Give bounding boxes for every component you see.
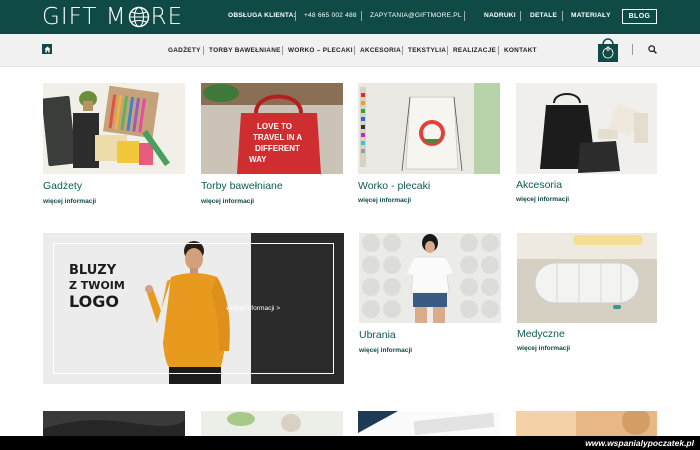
divider bbox=[282, 46, 283, 55]
card-image-row3-2[interactable] bbox=[201, 411, 343, 436]
divider bbox=[562, 11, 563, 21]
divider bbox=[464, 11, 465, 21]
home-button[interactable] bbox=[42, 44, 52, 54]
page: GIFT M RE OBSŁUGA KLIENTA: +48 665 002 4… bbox=[0, 0, 700, 450]
top-link-materialy[interactable]: MATERIAŁY bbox=[571, 12, 611, 19]
card-title-medyczne[interactable]: Medyczne bbox=[517, 328, 565, 340]
logo-globe-icon bbox=[128, 6, 149, 28]
card-image-ubrania[interactable] bbox=[359, 233, 501, 323]
card-title-worko-plecaki[interactable]: Worko - plecaki bbox=[358, 180, 430, 192]
card-image-gadzety[interactable] bbox=[43, 83, 185, 174]
card-title-ubrania[interactable]: Ubrania bbox=[359, 329, 396, 341]
divider bbox=[632, 44, 633, 55]
top-link-nadruki[interactable]: NADRUKI bbox=[484, 12, 516, 19]
banner-heading-line-1: BLUZY bbox=[69, 263, 117, 278]
search-icon[interactable] bbox=[648, 45, 657, 54]
accessories-photo bbox=[516, 83, 657, 174]
card-image-akcesoria[interactable] bbox=[516, 83, 657, 174]
card-image-medyczne[interactable] bbox=[517, 233, 657, 323]
divider bbox=[361, 11, 362, 21]
hoodies-banner[interactable]: BLUZY Z TWOIM LOGO więcej informacji > bbox=[43, 233, 344, 384]
divider bbox=[295, 11, 296, 21]
bag-print-line-2: TRAVEL IN A bbox=[253, 133, 303, 142]
nav-item-tekstylia[interactable]: TEKSTYLIA bbox=[408, 47, 446, 54]
divider bbox=[354, 46, 355, 55]
logo[interactable]: GIFT M RE bbox=[42, 3, 183, 31]
nav-item-akcesoria[interactable]: AKCESORIA bbox=[360, 47, 401, 54]
cart-count: 0 bbox=[606, 46, 610, 53]
top-link-detale[interactable]: DETALE bbox=[530, 12, 557, 19]
sunset-photo bbox=[516, 411, 657, 436]
card-more-torby[interactable]: więcej informacji bbox=[201, 198, 254, 205]
divider bbox=[520, 11, 521, 21]
watermark-text: www.wspanialypoczatek.pl bbox=[585, 438, 694, 448]
pill-box-photo bbox=[517, 233, 657, 323]
card-image-worko-plecaki[interactable] bbox=[358, 83, 500, 174]
cart-button[interactable]: 0 bbox=[597, 36, 619, 62]
card-image-row3-4[interactable] bbox=[516, 411, 657, 436]
gadgets-photo bbox=[43, 83, 185, 174]
bag-print-line-4: WAY bbox=[249, 155, 267, 164]
card-title-torby[interactable]: Torby bawełniane bbox=[201, 180, 283, 192]
main-nav: GADŻETY TORBY BAWEŁNIANE WORKO – PLECAKI… bbox=[0, 34, 700, 67]
nav-item-gadzety[interactable]: GADŻETY bbox=[168, 47, 201, 54]
leather-photo bbox=[43, 411, 185, 436]
banner-heading-line-2: Z TWOIM bbox=[69, 279, 125, 292]
logo-text-end: RE bbox=[150, 4, 184, 30]
card-image-row3-1[interactable] bbox=[43, 411, 185, 436]
drawstring-bag-photo bbox=[358, 83, 500, 174]
plants-photo bbox=[201, 411, 343, 436]
logo-text-start: GIFT M bbox=[42, 4, 127, 30]
customer-service-label: OBSŁUGA KLIENTA: bbox=[228, 12, 297, 19]
nav-item-torby[interactable]: TORBY BAWEŁNIANE bbox=[209, 47, 281, 54]
nav-item-kontakt[interactable]: KONTAKT bbox=[504, 47, 537, 54]
nav-item-realizacje[interactable]: REALIZACJE bbox=[453, 47, 496, 54]
watermark-bar: www.wspanialypoczatek.pl bbox=[0, 436, 700, 450]
divider bbox=[402, 46, 403, 55]
card-image-torby[interactable]: LOVE TO TRAVEL IN A DIFFERENT WAY bbox=[201, 83, 343, 174]
divider bbox=[203, 46, 204, 55]
home-icon bbox=[44, 46, 50, 52]
divider bbox=[498, 46, 499, 55]
keyboard-photo bbox=[358, 411, 500, 436]
card-more-worko-plecaki[interactable]: więcej informacji bbox=[358, 197, 411, 204]
nav-item-worko-plecaki[interactable]: WORKO – PLECAKI bbox=[288, 47, 353, 54]
blog-button[interactable]: BLOG bbox=[622, 9, 657, 24]
banner-more-link[interactable]: więcej informacji > bbox=[226, 305, 280, 312]
card-more-ubrania[interactable]: więcej informacji bbox=[359, 347, 412, 354]
phone-link[interactable]: +48 665 002 488 bbox=[304, 12, 357, 19]
card-title-akcesoria[interactable]: Akcesoria bbox=[516, 179, 562, 191]
card-title-gadzety[interactable]: Gadżety bbox=[43, 180, 82, 192]
card-more-gadzety[interactable]: więcej informacji bbox=[43, 198, 96, 205]
card-more-akcesoria[interactable]: więcej informacji bbox=[516, 196, 569, 203]
t-shirt-woman-photo bbox=[359, 233, 501, 323]
card-image-row3-3[interactable] bbox=[358, 411, 500, 436]
bag-print-line-3: DIFFERENT bbox=[255, 144, 300, 153]
email-link[interactable]: ZAPYTANIA@GIFTMORE.PL bbox=[370, 12, 462, 19]
bag-print-line-1: LOVE TO bbox=[257, 122, 292, 131]
banner-heading-line-3: LOGO bbox=[69, 292, 119, 311]
divider bbox=[447, 46, 448, 55]
card-more-medyczne[interactable]: więcej informacji bbox=[517, 345, 570, 352]
top-bar: GIFT M RE OBSŁUGA KLIENTA: +48 665 002 4… bbox=[0, 0, 700, 34]
